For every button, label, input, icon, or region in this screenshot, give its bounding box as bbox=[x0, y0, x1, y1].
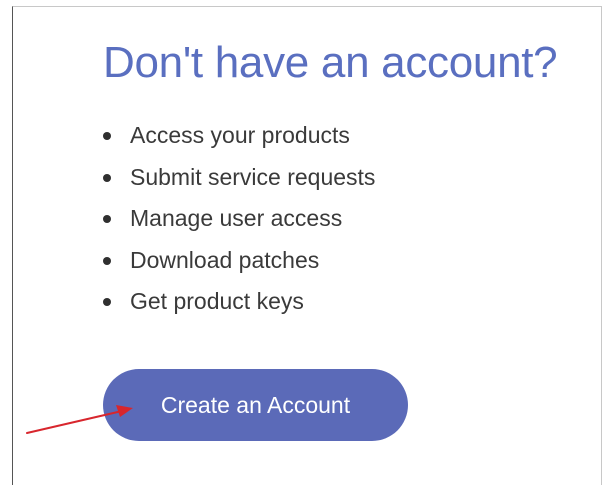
benefit-label: Get product keys bbox=[130, 288, 304, 314]
signup-panel: Don't have an account? Access your produ… bbox=[12, 6, 602, 485]
bullet-icon bbox=[103, 298, 111, 306]
bullet-icon bbox=[103, 256, 111, 265]
benefit-label: Download patches bbox=[130, 246, 320, 273]
list-item: Manage user access bbox=[103, 198, 375, 240]
bullet-icon bbox=[103, 215, 111, 223]
list-item: Get product keys bbox=[103, 281, 375, 323]
benefit-label: Manage user access bbox=[130, 205, 343, 231]
list-item: Access your products bbox=[103, 115, 375, 157]
benefits-list: Access your products Submit service requ… bbox=[103, 115, 375, 323]
benefit-label: Access your products bbox=[130, 122, 350, 148]
page-title: Don't have an account? bbox=[103, 38, 558, 87]
benefit-label: Submit service requests bbox=[130, 163, 376, 190]
list-item: Submit service requests bbox=[103, 157, 375, 199]
list-item: Download patches bbox=[103, 240, 375, 282]
create-account-button[interactable]: Create an Account bbox=[103, 369, 408, 441]
bullet-icon bbox=[103, 173, 111, 182]
create-account-label: Create an Account bbox=[160, 391, 351, 418]
bullet-icon bbox=[103, 132, 111, 140]
